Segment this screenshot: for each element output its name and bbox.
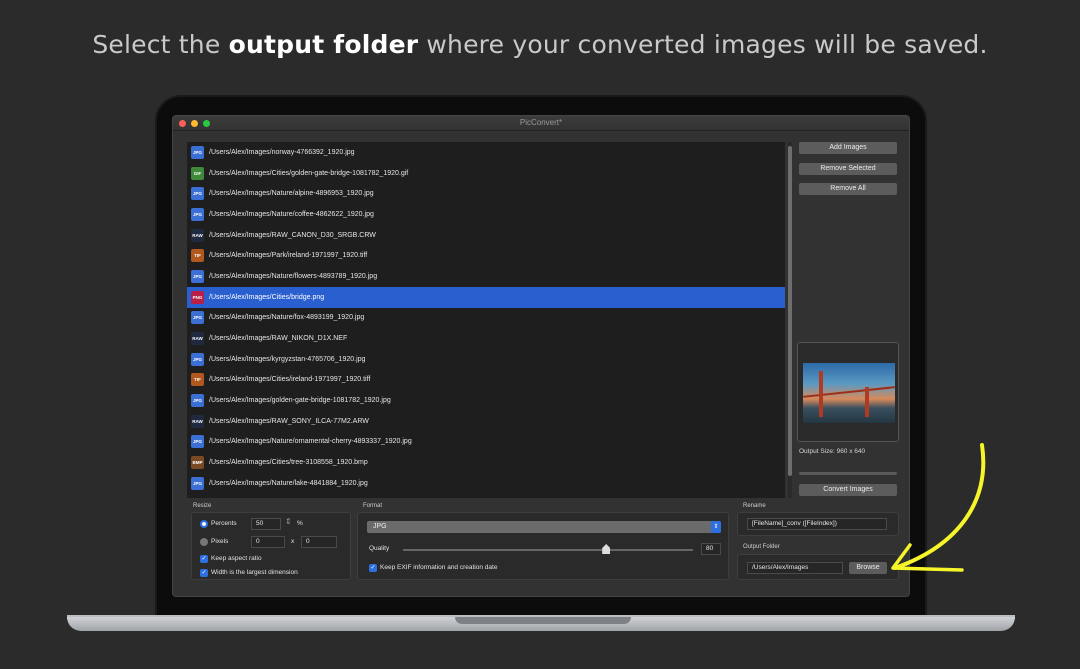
file-list-row[interactable]: JPG/Users/Alex/Images/Nature/flowers-489… bbox=[187, 266, 785, 287]
caption-text-bold: output folder bbox=[228, 30, 419, 59]
keep-aspect-checkbox[interactable]: ✓ bbox=[200, 555, 208, 563]
width-largest-label: Width is the largest dimension bbox=[211, 569, 298, 576]
file-list-row[interactable]: RAW/Users/Alex/Images/RAW_CANON_D30_SRGB… bbox=[187, 225, 785, 246]
file-list-row[interactable]: PNG/Users/Alex/Images/Cities/bridge.png bbox=[187, 286, 785, 308]
output-folder-path[interactable]: /Users/Alex/Images bbox=[747, 562, 843, 574]
file-list-row[interactable]: JPG/Users/Alex/Images/Nature/lake-484188… bbox=[187, 473, 785, 494]
jpg-file-icon: JPG bbox=[191, 187, 204, 201]
laptop-notch bbox=[455, 617, 631, 624]
file-path: /Users/Alex/Images/RAW_CANON_D30_SRGB.CR… bbox=[209, 231, 376, 239]
tif-file-icon: TIF bbox=[191, 373, 204, 387]
file-path: /Users/Alex/Images/kyrgyzstan-4765706_19… bbox=[209, 355, 366, 363]
bridge-preview-image bbox=[803, 363, 895, 423]
resize-group-label: Resize bbox=[193, 503, 212, 509]
quality-label: Quality bbox=[369, 545, 390, 552]
file-path: /Users/Alex/Images/Nature/flowers-489378… bbox=[209, 272, 378, 280]
jpg-file-icon: JPG bbox=[191, 435, 204, 449]
app-window: PicConvert* JPG/Users/Alex/Images/norway… bbox=[172, 115, 910, 597]
file-path: /Users/Alex/Images/Nature/coffee-4862622… bbox=[209, 210, 374, 218]
percents-label: Percents bbox=[211, 520, 237, 527]
jpg-file-icon: JPG bbox=[191, 311, 204, 325]
file-path: /Users/Alex/Images/Cities/golden-gate-br… bbox=[209, 169, 409, 177]
browse-button[interactable]: Browse bbox=[849, 562, 887, 574]
file-path: /Users/Alex/Images/Nature/ornamental-che… bbox=[209, 438, 412, 446]
pixels-height-input[interactable]: 0 bbox=[301, 536, 337, 548]
raw-file-icon: RAW bbox=[191, 228, 204, 242]
raw-file-icon: RAW bbox=[191, 332, 204, 346]
bmp-file-icon: BMP bbox=[191, 456, 204, 470]
file-list-row[interactable]: BMP/Users/Alex/Images/Cities/tree-310855… bbox=[187, 452, 785, 473]
instruction-caption: Select the output folder where your conv… bbox=[0, 30, 1080, 59]
remove-selected-button[interactable]: Remove Selected bbox=[799, 163, 897, 175]
file-list-row[interactable]: JPG/Users/Alex/Images/norway-4766392_192… bbox=[187, 142, 785, 163]
percent-sign: % bbox=[297, 520, 303, 527]
keep-aspect-label: Keep aspect ratio bbox=[211, 555, 262, 562]
progress-bar bbox=[799, 472, 897, 475]
file-path: /Users/Alex/Images/Cities/bridge.png bbox=[209, 293, 325, 301]
percents-radio[interactable] bbox=[200, 520, 208, 528]
file-list-row[interactable]: JPG/Users/Alex/Images/Nature/coffee-4862… bbox=[187, 204, 785, 225]
format-select[interactable]: JPG ⇕ bbox=[367, 521, 721, 533]
tif-file-icon: TIF bbox=[191, 249, 204, 263]
pixels-x-separator: x bbox=[291, 538, 295, 545]
keep-exif-checkbox[interactable]: ✓ bbox=[369, 564, 377, 572]
file-list-row[interactable]: JPG/Users/Alex/Images/Nature/ornamental-… bbox=[187, 432, 785, 453]
title-bar: PicConvert* bbox=[173, 116, 909, 131]
scrollbar-thumb[interactable] bbox=[788, 146, 792, 476]
file-path: /Users/Alex/Images/Cities/tree-3108558_1… bbox=[209, 459, 368, 467]
jpg-file-icon: JPG bbox=[191, 394, 204, 408]
quality-slider-track[interactable] bbox=[403, 549, 693, 551]
quality-value-field[interactable]: 80 bbox=[701, 543, 721, 555]
file-path: /Users/Alex/Images/Nature/lake-4841884_1… bbox=[209, 479, 368, 487]
file-path: /Users/Alex/Images/RAW_NIKON_D1X.NEF bbox=[209, 335, 348, 343]
jpg-file-icon: JPG bbox=[191, 269, 204, 283]
jpg-file-icon: JPG bbox=[191, 207, 204, 221]
add-images-button[interactable]: Add Images bbox=[799, 142, 897, 154]
file-list-row[interactable]: JPG/Users/Alex/Images/Nature/alpine-4896… bbox=[187, 183, 785, 204]
file-list-row[interactable]: JPG/Users/Alex/Images/kyrgyzstan-4765706… bbox=[187, 349, 785, 370]
chevron-updown-icon: ⇕ bbox=[711, 521, 721, 533]
jpg-file-icon: JPG bbox=[191, 476, 204, 490]
window-title: PicConvert* bbox=[519, 118, 563, 127]
remove-all-button[interactable]: Remove All bbox=[799, 183, 897, 195]
rename-pattern-input[interactable]: [FileName]_conv ([FileIndex]) bbox=[747, 518, 887, 530]
convert-images-button[interactable]: Convert Images bbox=[799, 484, 897, 496]
png-file-icon: PNG bbox=[191, 290, 204, 304]
format-select-value: JPG bbox=[373, 523, 387, 530]
file-list-row[interactable]: TIF/Users/Alex/Images/Cities/ireland-197… bbox=[187, 370, 785, 391]
pixels-radio[interactable] bbox=[200, 538, 208, 546]
file-list-row[interactable]: GIF/Users/Alex/Images/Cities/golden-gate… bbox=[187, 163, 785, 184]
output-folder-label: Output Folder bbox=[743, 544, 780, 550]
pixels-width-input[interactable]: 0 bbox=[251, 536, 285, 548]
percents-input[interactable]: 50 bbox=[251, 518, 281, 530]
file-path: /Users/Alex/Images/Park/ireland-1971997_… bbox=[209, 252, 368, 260]
format-group-label: Format bbox=[363, 503, 383, 509]
file-list-row[interactable]: RAW/Users/Alex/Images/RAW_SONY_ILCA-77M2… bbox=[187, 411, 785, 432]
jpg-file-icon: JPG bbox=[191, 145, 204, 159]
file-path: /Users/Alex/Images/Cities/ireland-197199… bbox=[209, 376, 371, 384]
file-path: /Users/Alex/Images/Nature/alpine-4896953… bbox=[209, 190, 374, 198]
pixels-label: Pixels bbox=[211, 538, 229, 545]
file-list-row[interactable]: TIF/Users/Alex/Images/Park/ireland-19719… bbox=[187, 245, 785, 266]
keep-exif-label: Keep EXIF information and creation date bbox=[380, 564, 498, 571]
gif-file-icon: GIF bbox=[191, 166, 204, 180]
file-list-row[interactable]: RAW/Users/Alex/Images/RAW_NIKON_D1X.NEF bbox=[187, 328, 785, 349]
file-path: /Users/Alex/Images/Nature/fox-4893199_19… bbox=[209, 314, 365, 322]
file-path: /Users/Alex/Images/golden-gate-bridge-10… bbox=[209, 397, 391, 405]
image-preview-panel bbox=[797, 342, 899, 442]
file-list-scrollbar[interactable] bbox=[788, 142, 792, 498]
caption-text-pre: Select the bbox=[92, 30, 229, 59]
file-path: /Users/Alex/Images/norway-4766392_1920.j… bbox=[209, 148, 355, 156]
rename-group-label: Rename bbox=[743, 503, 766, 509]
raw-file-icon: RAW bbox=[191, 414, 204, 428]
file-list-row[interactable]: JPG/Users/Alex/Images/golden-gate-bridge… bbox=[187, 390, 785, 411]
file-list[interactable]: JPG/Users/Alex/Images/norway-4766392_192… bbox=[187, 142, 785, 498]
caption-text-post: where your converted images will be save… bbox=[418, 30, 988, 59]
file-list-row[interactable]: JPG/Users/Alex/Images/Nature/fox-4893199… bbox=[187, 308, 785, 329]
file-path: /Users/Alex/Images/RAW_SONY_ILCA-77M2.AR… bbox=[209, 417, 369, 425]
jpg-file-icon: JPG bbox=[191, 352, 204, 366]
width-largest-checkbox[interactable]: ✓ bbox=[200, 569, 208, 577]
percents-stepper[interactable]: ⇕ bbox=[285, 517, 292, 526]
output-size-label: Output Size: 960 x 640 bbox=[799, 448, 866, 455]
